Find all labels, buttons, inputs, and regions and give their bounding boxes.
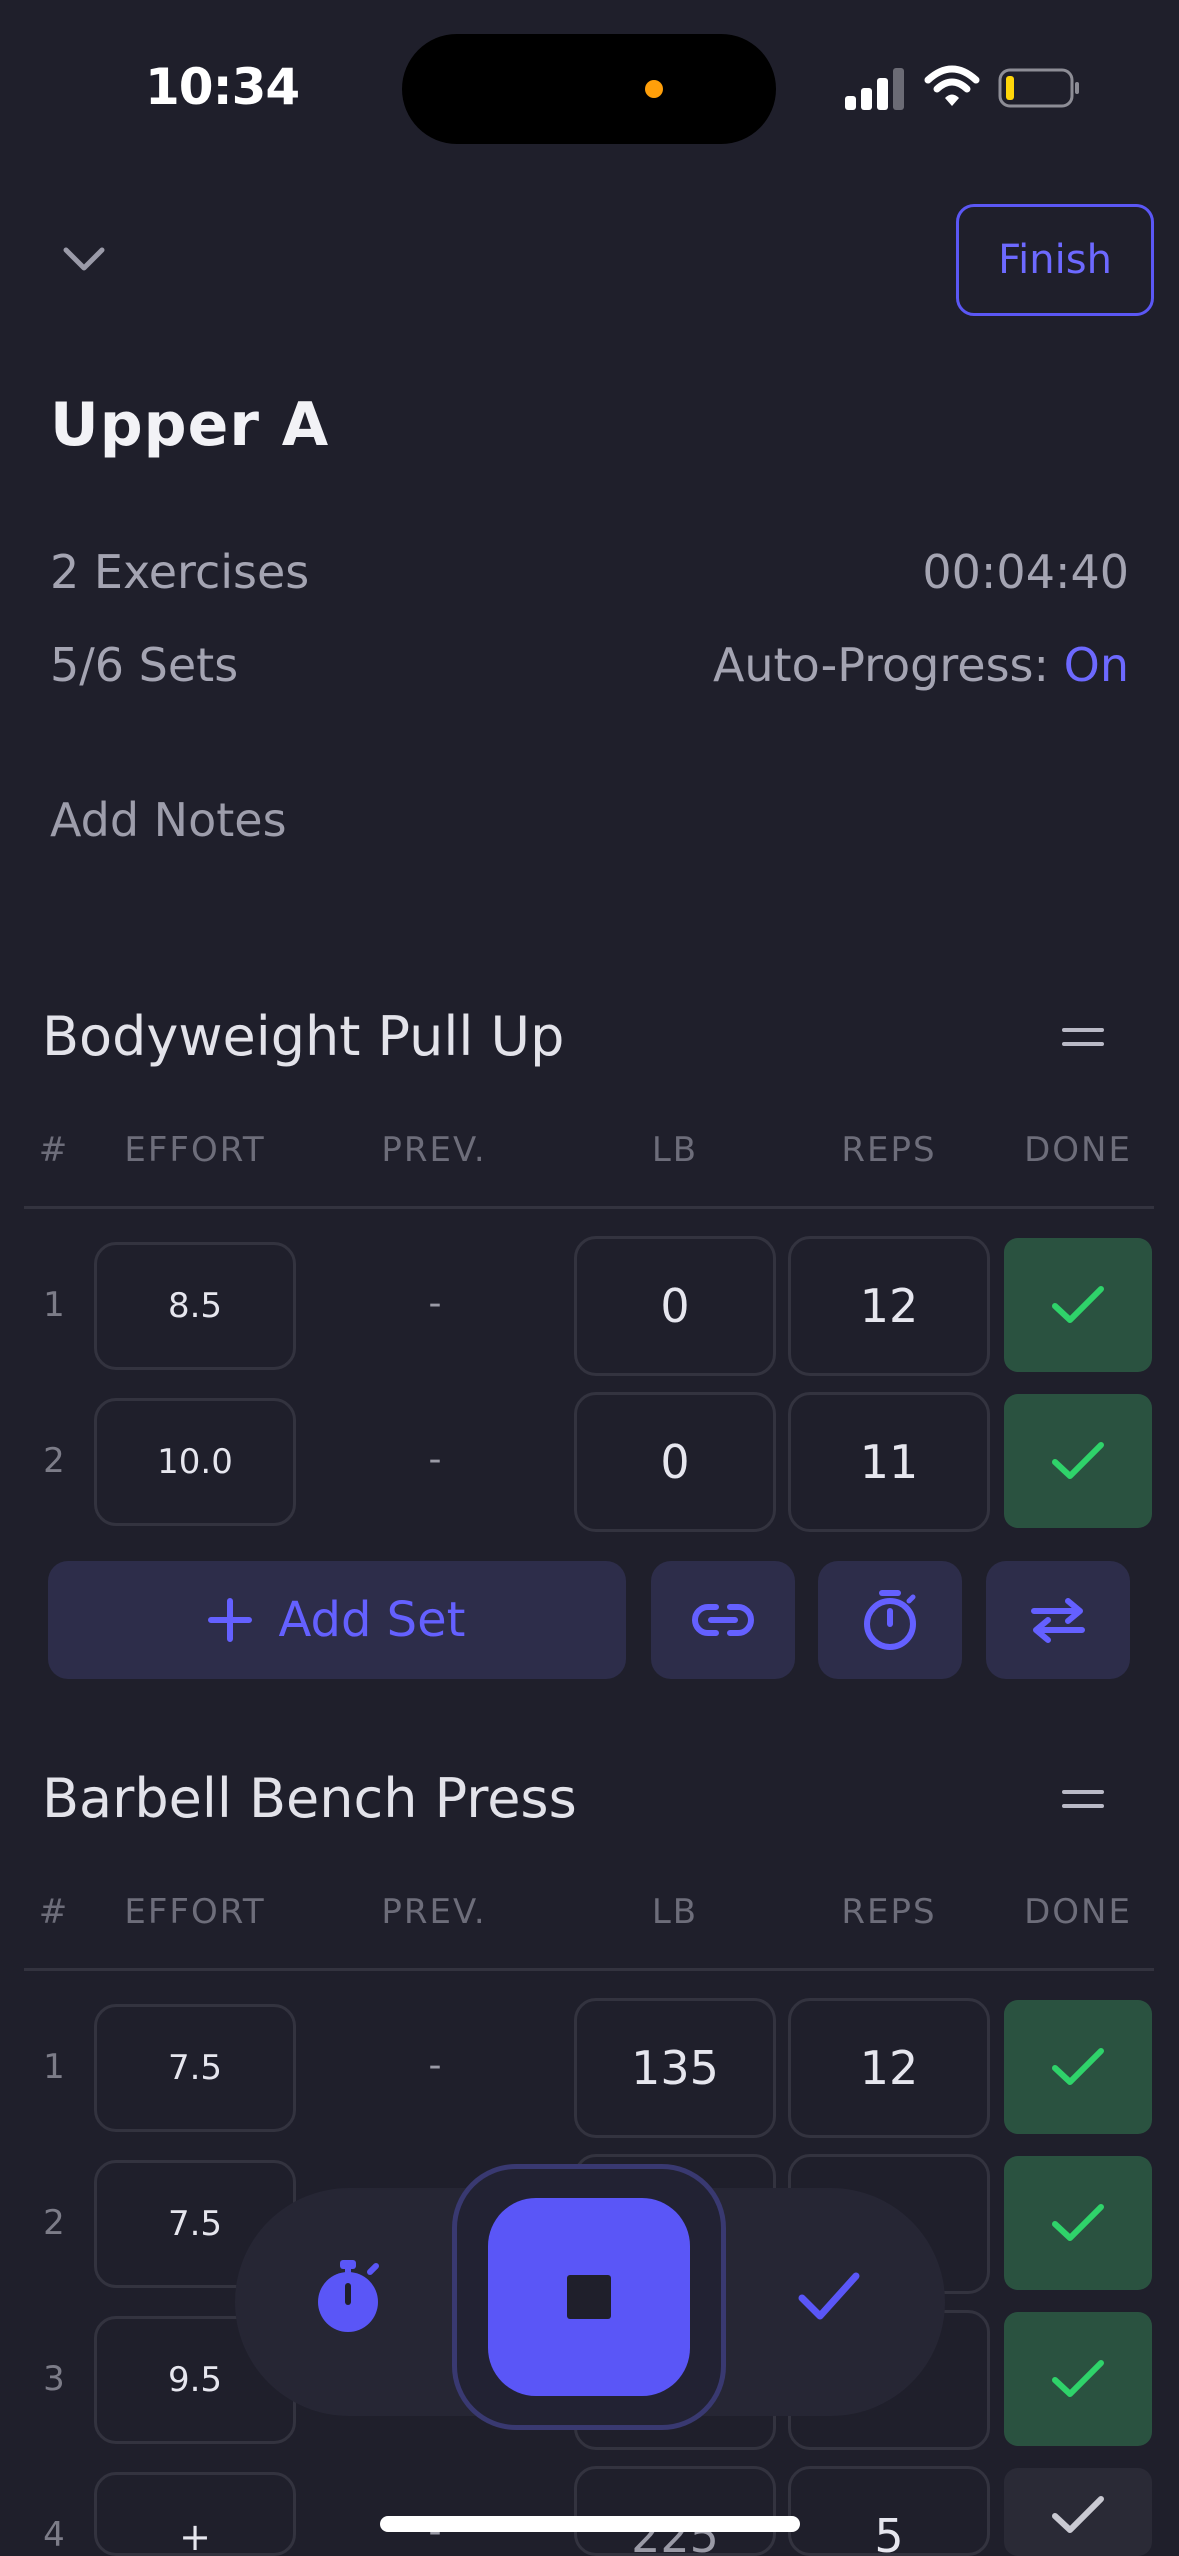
checkmark-icon	[1052, 2204, 1104, 2241]
col-header-prev: PREV.	[381, 1892, 487, 1932]
cellular-signal-icon	[845, 68, 904, 110]
chevron-down-icon[interactable]	[60, 244, 108, 274]
col-header-done: DONE	[1024, 1130, 1132, 1170]
checkmark-icon	[1052, 2496, 1104, 2533]
set-number: 2	[43, 1441, 65, 1481]
exercises-count: 2 Exercises	[50, 545, 310, 599]
set-number: 4	[43, 2515, 65, 2555]
col-header-prev: PREV.	[381, 1130, 487, 1170]
checkmark-icon	[1052, 2360, 1104, 2397]
previous-value: -	[428, 2045, 442, 2086]
auto-progress-value: On	[1063, 638, 1129, 692]
add-set-button[interactable]: Add Set	[48, 1561, 626, 1679]
weight-input[interactable]: 0	[574, 1392, 776, 1532]
exercise-title[interactable]: Bodyweight Pull Up	[42, 1005, 564, 1068]
sets-progress: 5/6 Sets	[50, 638, 239, 692]
exercise-title[interactable]: Barbell Bench Press	[42, 1767, 577, 1830]
stop-workout-button[interactable]	[488, 2198, 690, 2396]
effort-input[interactable]: 8.5	[94, 1242, 296, 1370]
set-number: 1	[43, 1285, 65, 1325]
stopwatch-icon	[864, 1590, 916, 1650]
stop-icon	[567, 2275, 611, 2319]
add-set-label: Add Set	[278, 1592, 466, 1648]
effort-input[interactable]: 10.0	[94, 1398, 296, 1526]
battery-icon	[998, 68, 1079, 108]
col-header-lb: LB	[651, 1892, 699, 1932]
privacy-indicator-dot	[645, 80, 663, 98]
checkmark-icon	[1052, 1286, 1104, 1323]
set-number: 3	[43, 2359, 65, 2399]
done-checkbox[interactable]	[1004, 2312, 1152, 2446]
col-header-effort: EFFORT	[124, 1892, 266, 1932]
rest-timer-button[interactable]	[818, 1561, 962, 1679]
dynamic-island	[402, 34, 776, 144]
swap-icon	[1031, 1598, 1085, 1643]
done-checkbox[interactable]	[1004, 2000, 1152, 2134]
col-header-done: DONE	[1024, 1892, 1132, 1932]
divider	[24, 1206, 1154, 1209]
workout-timer: 00:04:40	[922, 545, 1129, 599]
set-number: 2	[43, 2203, 65, 2243]
col-header-number: #	[38, 1130, 70, 1170]
weight-input[interactable]: 135	[574, 1998, 776, 2138]
previous-value: -	[428, 1283, 442, 1324]
col-header-lb: LB	[651, 1130, 699, 1170]
reps-input[interactable]: 11	[788, 1392, 990, 1532]
link-icon	[692, 1604, 754, 1636]
done-checkbox[interactable]	[1004, 1238, 1152, 1372]
plus-icon	[208, 1598, 253, 1642]
checkmark-icon[interactable]	[796, 2268, 862, 2324]
col-header-reps: REPS	[841, 1130, 937, 1170]
add-notes-field[interactable]: Add Notes	[50, 793, 287, 847]
swap-exercise-button[interactable]	[986, 1561, 1130, 1679]
set-number: 1	[43, 2047, 65, 2087]
col-header-reps: REPS	[841, 1892, 937, 1932]
wifi-icon	[924, 65, 980, 106]
effort-input[interactable]: +	[94, 2472, 296, 2556]
divider	[24, 1968, 1154, 1971]
checkmark-icon	[1052, 2048, 1104, 2085]
reps-input[interactable]: 12	[788, 1998, 990, 2138]
done-checkbox[interactable]	[1004, 2156, 1152, 2290]
checkmark-icon	[1052, 1442, 1104, 1479]
weight-input[interactable]: 225	[574, 2466, 776, 2556]
auto-progress-label: Auto-Progress:	[712, 638, 1064, 692]
finish-button[interactable]: Finish	[956, 204, 1154, 316]
link-superset-button[interactable]	[651, 1561, 795, 1679]
status-time: 10:34	[145, 58, 300, 116]
done-checkbox[interactable]	[1004, 2468, 1152, 2556]
effort-input[interactable]: 7.5	[94, 2004, 296, 2132]
drag-handle-icon[interactable]	[1062, 1790, 1104, 1818]
done-checkbox[interactable]	[1004, 1394, 1152, 1528]
reps-input[interactable]: 12	[788, 1236, 990, 1376]
previous-value: -	[428, 1439, 442, 1480]
reps-input[interactable]: 5	[788, 2466, 990, 2556]
col-header-number: #	[38, 1892, 70, 1932]
stopwatch-icon[interactable]	[316, 2258, 382, 2334]
workout-title[interactable]: Upper A	[50, 390, 329, 460]
drag-handle-icon[interactable]	[1062, 1028, 1104, 1056]
weight-input[interactable]: 0	[574, 1236, 776, 1376]
auto-progress-toggle[interactable]: Auto-Progress: On	[713, 638, 1129, 692]
col-header-effort: EFFORT	[124, 1130, 266, 1170]
home-indicator[interactable]	[380, 2516, 800, 2532]
